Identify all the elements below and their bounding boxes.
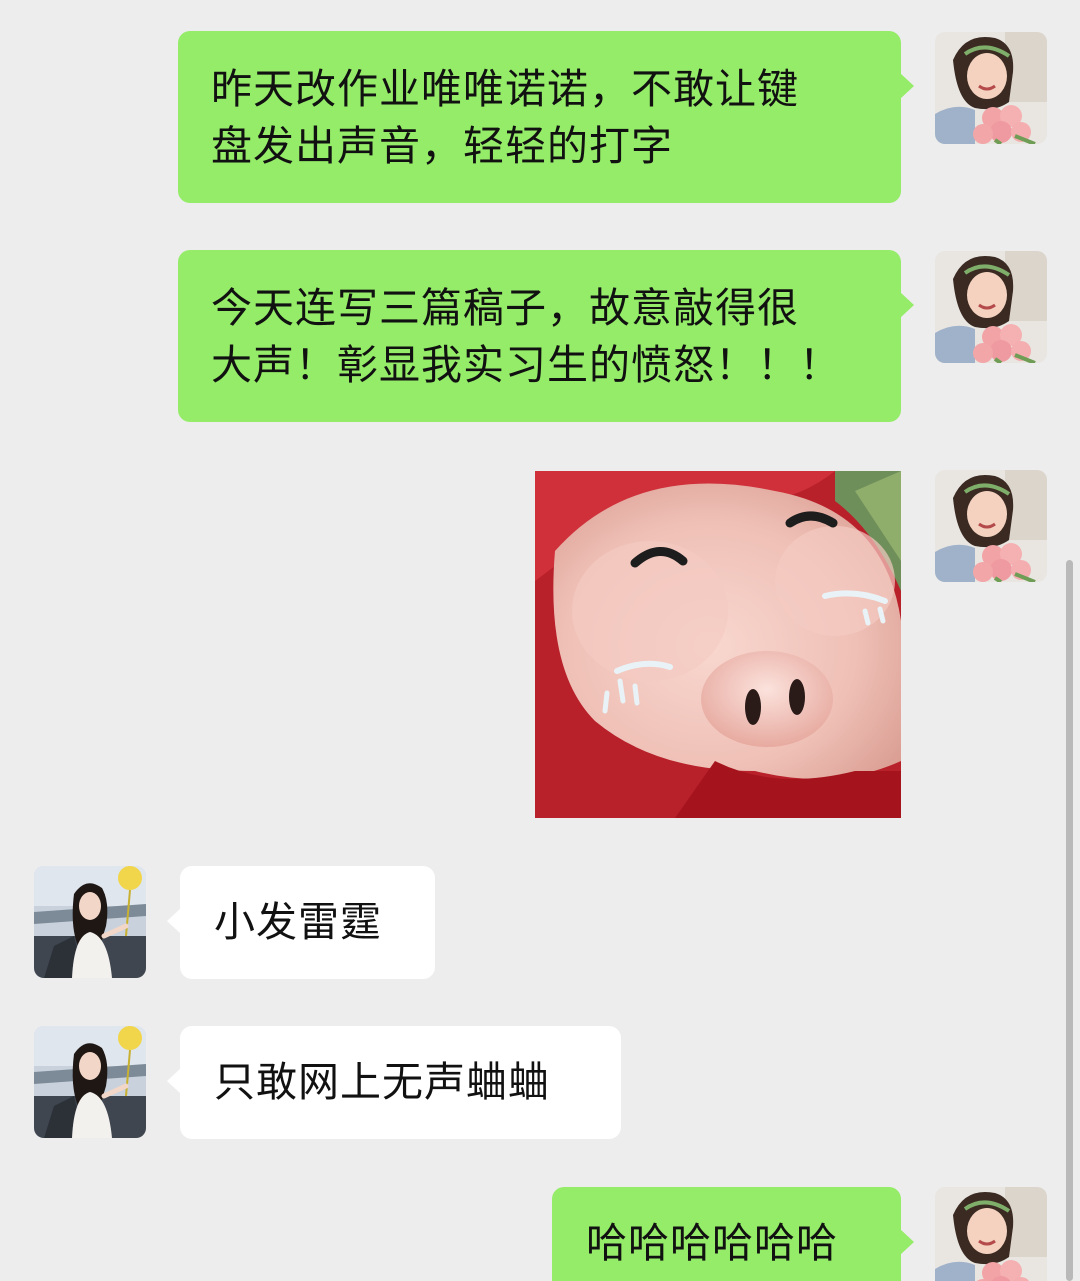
contact-avatar[interactable] (34, 1026, 146, 1138)
message-text: 昨天改作业唯唯诺诺，不敢让键 盘发出声音，轻轻的打字 (211, 65, 799, 170)
message-text: 只敢网上无声蛐蛐 (214, 1058, 550, 1106)
scrollbar[interactable] (1066, 560, 1073, 1281)
bubble-tail (900, 73, 914, 99)
contact-avatar[interactable] (34, 866, 146, 978)
message-bubble-sent[interactable]: 昨天改作业唯唯诺诺，不敢让键 盘发出声音，轻轻的打字 (178, 31, 914, 203)
message-text: 今天连写三篇稿子，故意敲得很 大声！彰显我实习生的愤怒！！！ (211, 284, 841, 389)
message-bubble-sent[interactable]: 哈哈哈哈哈哈 (552, 1187, 914, 1281)
my-avatar[interactable] (935, 251, 1047, 363)
my-avatar[interactable] (935, 470, 1047, 582)
message-text: 小发雷霆 (214, 898, 382, 946)
message-text: 哈哈哈哈哈哈 (586, 1219, 838, 1267)
crying-pig-sticker[interactable] (535, 471, 901, 818)
bubble-tail (167, 908, 181, 934)
message-bubble-received[interactable]: 只敢网上无声蛐蛐 (167, 1026, 621, 1139)
my-avatar[interactable] (935, 32, 1047, 144)
chat-thread: 昨天改作业唯唯诺诺，不敢让键 盘发出声音，轻轻的打字 今天连写三篇稿子，故意敲得… (0, 0, 1080, 1281)
bubble-tail (167, 1068, 181, 1094)
bubble-tail (900, 292, 914, 318)
bubble-tail (900, 1229, 914, 1255)
message-bubble-received[interactable]: 小发雷霆 (167, 866, 435, 979)
message-bubble-sent[interactable]: 今天连写三篇稿子，故意敲得很 大声！彰显我实习生的愤怒！！！ (178, 250, 914, 422)
my-avatar[interactable] (935, 1187, 1047, 1281)
